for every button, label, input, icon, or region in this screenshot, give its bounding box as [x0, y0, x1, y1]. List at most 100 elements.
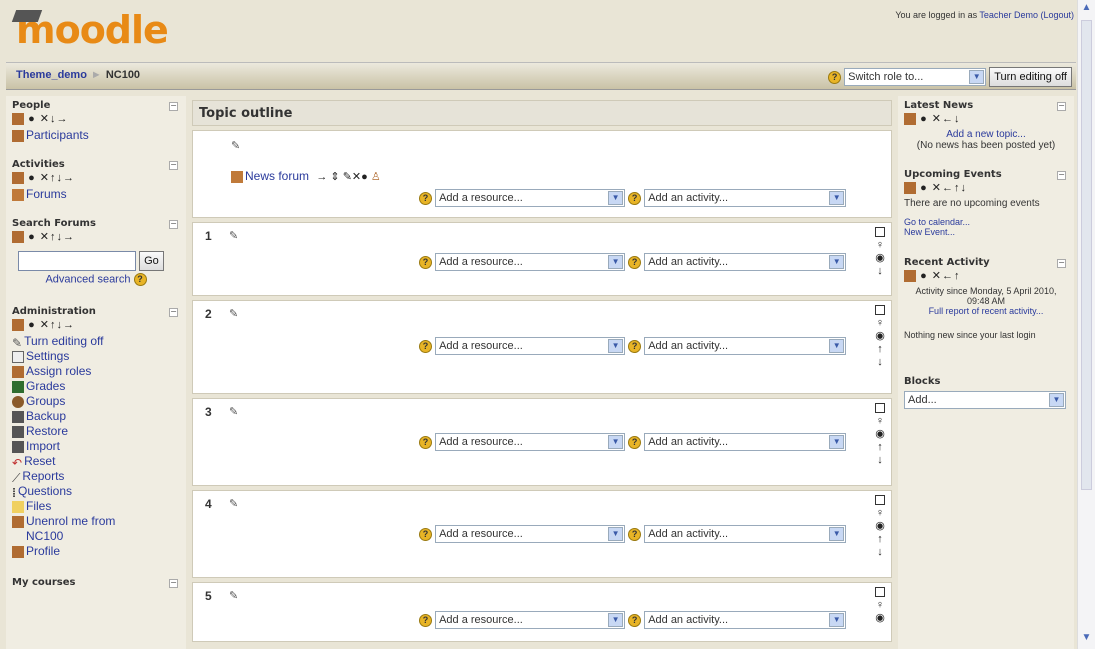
roles-icon[interactable]: ♙ — [371, 171, 381, 183]
hide-icon[interactable]: ● — [28, 231, 36, 243]
collapse-icon[interactable]: − — [169, 308, 178, 318]
highlight-icon[interactable] — [875, 403, 885, 413]
roles-icon[interactable] — [12, 113, 24, 126]
eye-icon[interactable]: ◉ — [875, 520, 885, 532]
delete-icon[interactable]: ✕ — [40, 319, 50, 331]
logout-link[interactable]: (Logout) — [1040, 10, 1074, 20]
delete-icon[interactable]: ✕ — [40, 113, 50, 125]
move-up-icon[interactable]: ↑ — [877, 441, 883, 453]
collapse-icon[interactable]: − — [1057, 102, 1066, 111]
move-up-icon[interactable]: ↑ — [877, 343, 883, 355]
hide-icon[interactable]: ● — [361, 171, 368, 183]
highlight-icon[interactable] — [875, 495, 885, 505]
add-resource-select[interactable]: Add a resource... ▼ — [435, 253, 626, 271]
admin-item-reset[interactable]: ↶ Reset — [12, 454, 180, 470]
delete-icon[interactable]: ✕ — [40, 172, 50, 184]
edit-summary-icon[interactable]: ✎ — [231, 139, 240, 152]
move-down-icon[interactable]: ↓ — [954, 113, 961, 125]
calendar-link[interactable]: Go to calendar... — [904, 217, 970, 227]
collapse-icon[interactable]: − — [169, 102, 178, 111]
highlight-icon[interactable] — [875, 227, 885, 237]
edit-summary-icon[interactable]: ✎ — [229, 497, 238, 510]
help-icon[interactable]: ? — [628, 339, 642, 353]
breadcrumb-home[interactable]: Theme_demo — [16, 69, 87, 81]
full-report-link[interactable]: Full report of recent activity... — [929, 306, 1044, 316]
move-down-icon[interactable]: ↓ — [961, 182, 968, 194]
lightbulb-icon[interactable]: ♀ — [876, 317, 884, 329]
hide-icon[interactable]: ● — [920, 182, 928, 194]
new-event-link[interactable]: New Event... — [904, 227, 955, 237]
help-icon[interactable]: ? — [628, 255, 642, 269]
hide-icon[interactable]: ● — [28, 172, 36, 184]
help-icon[interactable]: ? — [419, 255, 432, 269]
eye-icon[interactable]: ◉ — [875, 612, 885, 624]
edit-summary-icon[interactable]: ✎ — [229, 229, 238, 242]
eye-icon[interactable]: ◉ — [875, 252, 885, 264]
add-activity-select[interactable]: Add an activity... ▼ — [644, 189, 847, 207]
help-icon[interactable]: ? — [628, 613, 642, 627]
edit-summary-icon[interactable]: ✎ — [229, 405, 238, 418]
moodle-logo[interactable]: moodle — [11, 8, 169, 52]
move-icon[interactable]: ⇕ — [330, 171, 339, 183]
add-block-select[interactable]: Add... ▼ — [904, 391, 1066, 410]
delete-icon[interactable]: ✕ — [40, 231, 50, 243]
help-icon[interactable]: ? — [828, 70, 842, 84]
help-icon[interactable]: ? — [133, 273, 147, 287]
add-activity-select[interactable]: Add an activity... ▼ — [644, 611, 847, 629]
edit-summary-icon[interactable]: ✎ — [229, 307, 238, 320]
lightbulb-icon[interactable]: ♀ — [876, 239, 884, 251]
collapse-icon[interactable]: − — [169, 579, 178, 589]
highlight-icon[interactable] — [875, 305, 885, 315]
add-activity-select[interactable]: Add an activity... ▼ — [644, 253, 847, 271]
add-resource-select[interactable]: Add a resource... ▼ — [435, 189, 626, 207]
move-down-icon[interactable]: ↓ — [877, 356, 883, 368]
admin-item-grades[interactable]: Grades — [12, 379, 180, 394]
search-input[interactable] — [18, 251, 136, 272]
add-activity-select[interactable]: Add an activity... ▼ — [644, 433, 847, 451]
admin-item-turn-editing-off[interactable]: ✎ Turn editing off — [12, 334, 180, 350]
admin-item-backup[interactable]: Backup — [12, 409, 180, 424]
roles-icon[interactable] — [12, 231, 24, 244]
admin-item-reports[interactable]: ⟋ Reports — [12, 469, 180, 485]
help-icon[interactable]: ? — [419, 613, 432, 627]
move-down-icon[interactable]: ↓ — [877, 454, 883, 466]
help-icon[interactable]: ? — [419, 527, 432, 541]
move-right-icon[interactable]: → — [57, 113, 69, 125]
scroll-thumb[interactable] — [1081, 20, 1092, 490]
delete-icon[interactable]: ✕ — [352, 171, 361, 183]
add-activity-select[interactable]: Add an activity... ▼ — [644, 337, 847, 355]
move-right-icon[interactable]: → — [63, 319, 75, 331]
collapse-icon[interactable]: − — [169, 220, 178, 230]
help-icon[interactable]: ? — [419, 191, 432, 205]
move-right-icon[interactable]: → — [316, 171, 327, 183]
lightbulb-icon[interactable]: ♀ — [876, 415, 884, 427]
help-icon[interactable]: ? — [628, 191, 642, 205]
forums-link[interactable]: Forums — [12, 187, 180, 202]
help-icon[interactable]: ? — [419, 339, 432, 353]
eye-icon[interactable]: ◉ — [875, 330, 885, 342]
admin-item-assign-roles[interactable]: Assign roles — [12, 364, 180, 379]
move-down-icon[interactable]: ↓ — [877, 265, 883, 277]
admin-item-unenrol[interactable]: Unenrol me from NC100 — [12, 514, 132, 544]
add-resource-select[interactable]: Add a resource... ▼ — [435, 611, 626, 629]
move-left-icon[interactable]: ← — [942, 270, 954, 282]
move-down-icon[interactable]: ↓ — [877, 546, 883, 558]
switch-role-select[interactable]: Switch role to... ▼ — [844, 68, 987, 86]
roles-icon[interactable] — [12, 319, 24, 332]
admin-item-groups[interactable]: Groups — [12, 394, 180, 409]
hide-icon[interactable]: ● — [28, 113, 36, 125]
scroll-up-icon[interactable]: ▲ — [1079, 2, 1094, 17]
collapse-icon[interactable]: − — [169, 161, 178, 171]
roles-icon[interactable] — [12, 172, 24, 185]
lightbulb-icon[interactable]: ♀ — [876, 507, 884, 519]
participants-link[interactable]: Participants — [12, 128, 180, 143]
edit-summary-icon[interactable]: ✎ — [229, 589, 238, 602]
roles-icon[interactable] — [904, 182, 916, 195]
admin-item-profile[interactable]: Profile — [12, 544, 180, 559]
eye-icon[interactable]: ◉ — [875, 428, 885, 440]
go-button[interactable]: Go — [139, 251, 164, 272]
add-resource-select[interactable]: Add a resource... ▼ — [435, 525, 626, 543]
edit-icon[interactable]: ✎ — [343, 171, 352, 183]
add-topic-link[interactable]: Add a new topic... — [946, 129, 1026, 140]
help-icon[interactable]: ? — [628, 435, 642, 449]
